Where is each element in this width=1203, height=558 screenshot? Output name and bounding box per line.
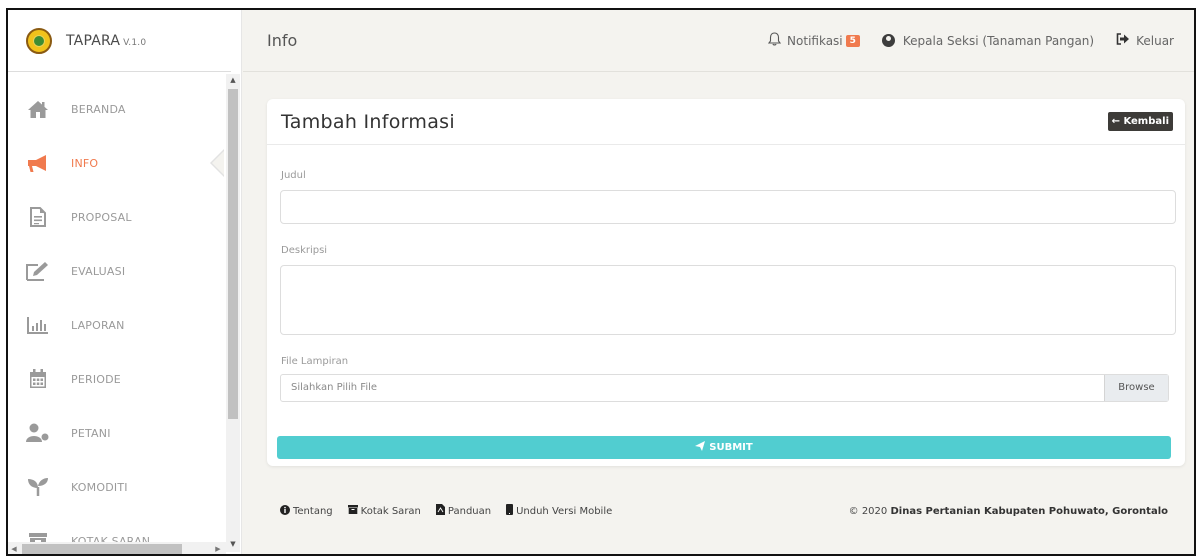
scrollbar-thumb[interactable]: [22, 544, 182, 554]
sidebar-nav: BERANDA INFO PROPOSAL EVALUASI LAPORAN P…: [8, 82, 224, 552]
sidebar-item-label: PETANI: [71, 426, 111, 440]
deskripsi-textarea[interactable]: [280, 265, 1176, 335]
notifications-label: Notifikasi: [787, 33, 843, 48]
scrollbar-thumb[interactable]: [228, 89, 238, 419]
sidebar-item-label: LAPORAN: [71, 318, 125, 332]
footer-link-unduh-mobile[interactable]: Unduh Versi Mobile: [506, 504, 612, 518]
scroll-down-arrow-icon[interactable]: ▼: [226, 538, 240, 550]
page-title: Info: [267, 31, 298, 50]
sidebar-horizontal-scrollbar[interactable]: ◀ ▶: [8, 542, 226, 554]
logout-button[interactable]: Keluar: [1116, 32, 1174, 49]
user-circle-icon: [881, 34, 895, 47]
notifications-count-badge: 5: [845, 34, 860, 47]
user-role-label: Kepala Seksi (Tanaman Pangan): [902, 33, 1095, 48]
file-placeholder[interactable]: Silahkan Pilih File: [281, 375, 1104, 401]
file-lampiran-label: File Lampiran: [281, 356, 349, 367]
sidebar-item-label: PERIODE: [71, 372, 121, 386]
footer-links: Tentang Kotak Saran Panduan Unduh Versi …: [280, 504, 627, 518]
sidebar-item-komoditi[interactable]: KOMODITI: [8, 460, 224, 514]
footer: Tentang Kotak Saran Panduan Unduh Versi …: [243, 500, 1194, 522]
file-upload-field[interactable]: Silahkan Pilih File Browse: [280, 374, 1169, 402]
deskripsi-label: Deskripsi: [281, 245, 328, 256]
footer-link-label: Kotak Saran: [360, 505, 421, 517]
sidebar-item-label: KOMODITI: [71, 480, 128, 494]
app-version: V.1.0: [123, 37, 147, 48]
pdf-file-icon: [435, 504, 445, 518]
sidebar: TAPARA V.1.0 BERANDA INFO PROPOSAL EVALU…: [8, 10, 242, 554]
mobile-phone-icon: [506, 504, 514, 518]
top-navbar: Info Notifikasi 5 Kepala Seksi (Tanaman …: [243, 10, 1194, 72]
sidebar-item-label: EVALUASI: [71, 264, 126, 278]
app-window: TAPARA V.1.0 BERANDA INFO PROPOSAL EVALU…: [6, 8, 1196, 556]
edit-icon: [25, 260, 51, 282]
footer-link-label: Tentang: [293, 505, 333, 517]
sidebar-item-laporan[interactable]: LAPORAN: [8, 298, 224, 352]
footer-link-panduan[interactable]: Panduan: [435, 504, 492, 518]
card-title: Tambah Informasi: [281, 110, 455, 133]
submit-label: SUBMIT: [709, 442, 753, 453]
sidebar-item-petani[interactable]: PETANI: [8, 406, 224, 460]
sidebar-item-proposal[interactable]: PROPOSAL: [8, 190, 224, 244]
back-button[interactable]: ← Kembali: [1107, 112, 1173, 131]
footer-link-kotak-saran[interactable]: Kotak Saran: [347, 505, 421, 517]
logout-label: Keluar: [1136, 33, 1174, 48]
document-icon: [25, 206, 51, 228]
sign-out-icon: [1116, 32, 1130, 49]
card-header: Tambah Informasi ← Kembali: [267, 99, 1185, 145]
megaphone-icon: [25, 152, 51, 174]
browse-button[interactable]: Browse: [1104, 375, 1168, 401]
sidebar-item-label: BERANDA: [71, 102, 126, 116]
sidebar-item-evaluasi[interactable]: EVALUASI: [8, 244, 224, 298]
footer-link-tentang[interactable]: Tentang: [280, 504, 333, 518]
scroll-left-arrow-icon[interactable]: ◀: [8, 542, 20, 554]
bar-chart-icon: [25, 314, 51, 336]
brand[interactable]: TAPARA V.1.0: [8, 10, 231, 72]
scroll-up-arrow-icon[interactable]: ▲: [226, 74, 240, 86]
logo-icon: [26, 27, 52, 54]
navbar-actions: Notifikasi 5 Kepala Seksi (Tanaman Panga…: [746, 31, 1174, 50]
footer-link-label: Panduan: [447, 505, 492, 517]
judul-input[interactable]: [280, 190, 1176, 224]
app-name: TAPARA V.1.0: [66, 32, 147, 49]
sidebar-item-label: PROPOSAL: [71, 210, 132, 224]
copyright-prefix: © 2020: [848, 505, 888, 517]
copyright-text: © 2020 Dinas Pertanian Kabupaten Pohuwat…: [849, 506, 1168, 517]
users-icon: [25, 422, 51, 444]
sidebar-item-info[interactable]: INFO: [8, 136, 224, 190]
footer-link-label: Unduh Versi Mobile: [516, 505, 613, 517]
sidebar-item-periode[interactable]: PERIODE: [8, 352, 224, 406]
add-info-card: Tambah Informasi ← Kembali Judul Deskrip…: [267, 99, 1185, 466]
sprout-icon: [25, 476, 51, 498]
scroll-right-arrow-icon[interactable]: ▶: [212, 542, 224, 554]
notifications-button[interactable]: Notifikasi 5: [767, 31, 860, 50]
bell-icon: [767, 31, 782, 50]
paper-plane-icon: [695, 441, 706, 454]
info-circle-icon: [280, 504, 290, 518]
judul-label: Judul: [281, 170, 306, 181]
user-profile-menu[interactable]: Kepala Seksi (Tanaman Pangan): [881, 33, 1095, 48]
home-icon: [25, 98, 51, 120]
calendar-icon: [25, 368, 51, 390]
sidebar-item-beranda[interactable]: BERANDA: [8, 82, 224, 136]
sidebar-vertical-scrollbar[interactable]: ▲ ▼: [226, 74, 240, 552]
submit-button[interactable]: SUBMIT: [277, 436, 1171, 459]
copyright-org: Dinas Pertanian Kabupaten Pohuwato, Goro…: [890, 505, 1168, 517]
archive-icon: [347, 505, 358, 517]
sidebar-item-label: INFO: [71, 156, 99, 170]
